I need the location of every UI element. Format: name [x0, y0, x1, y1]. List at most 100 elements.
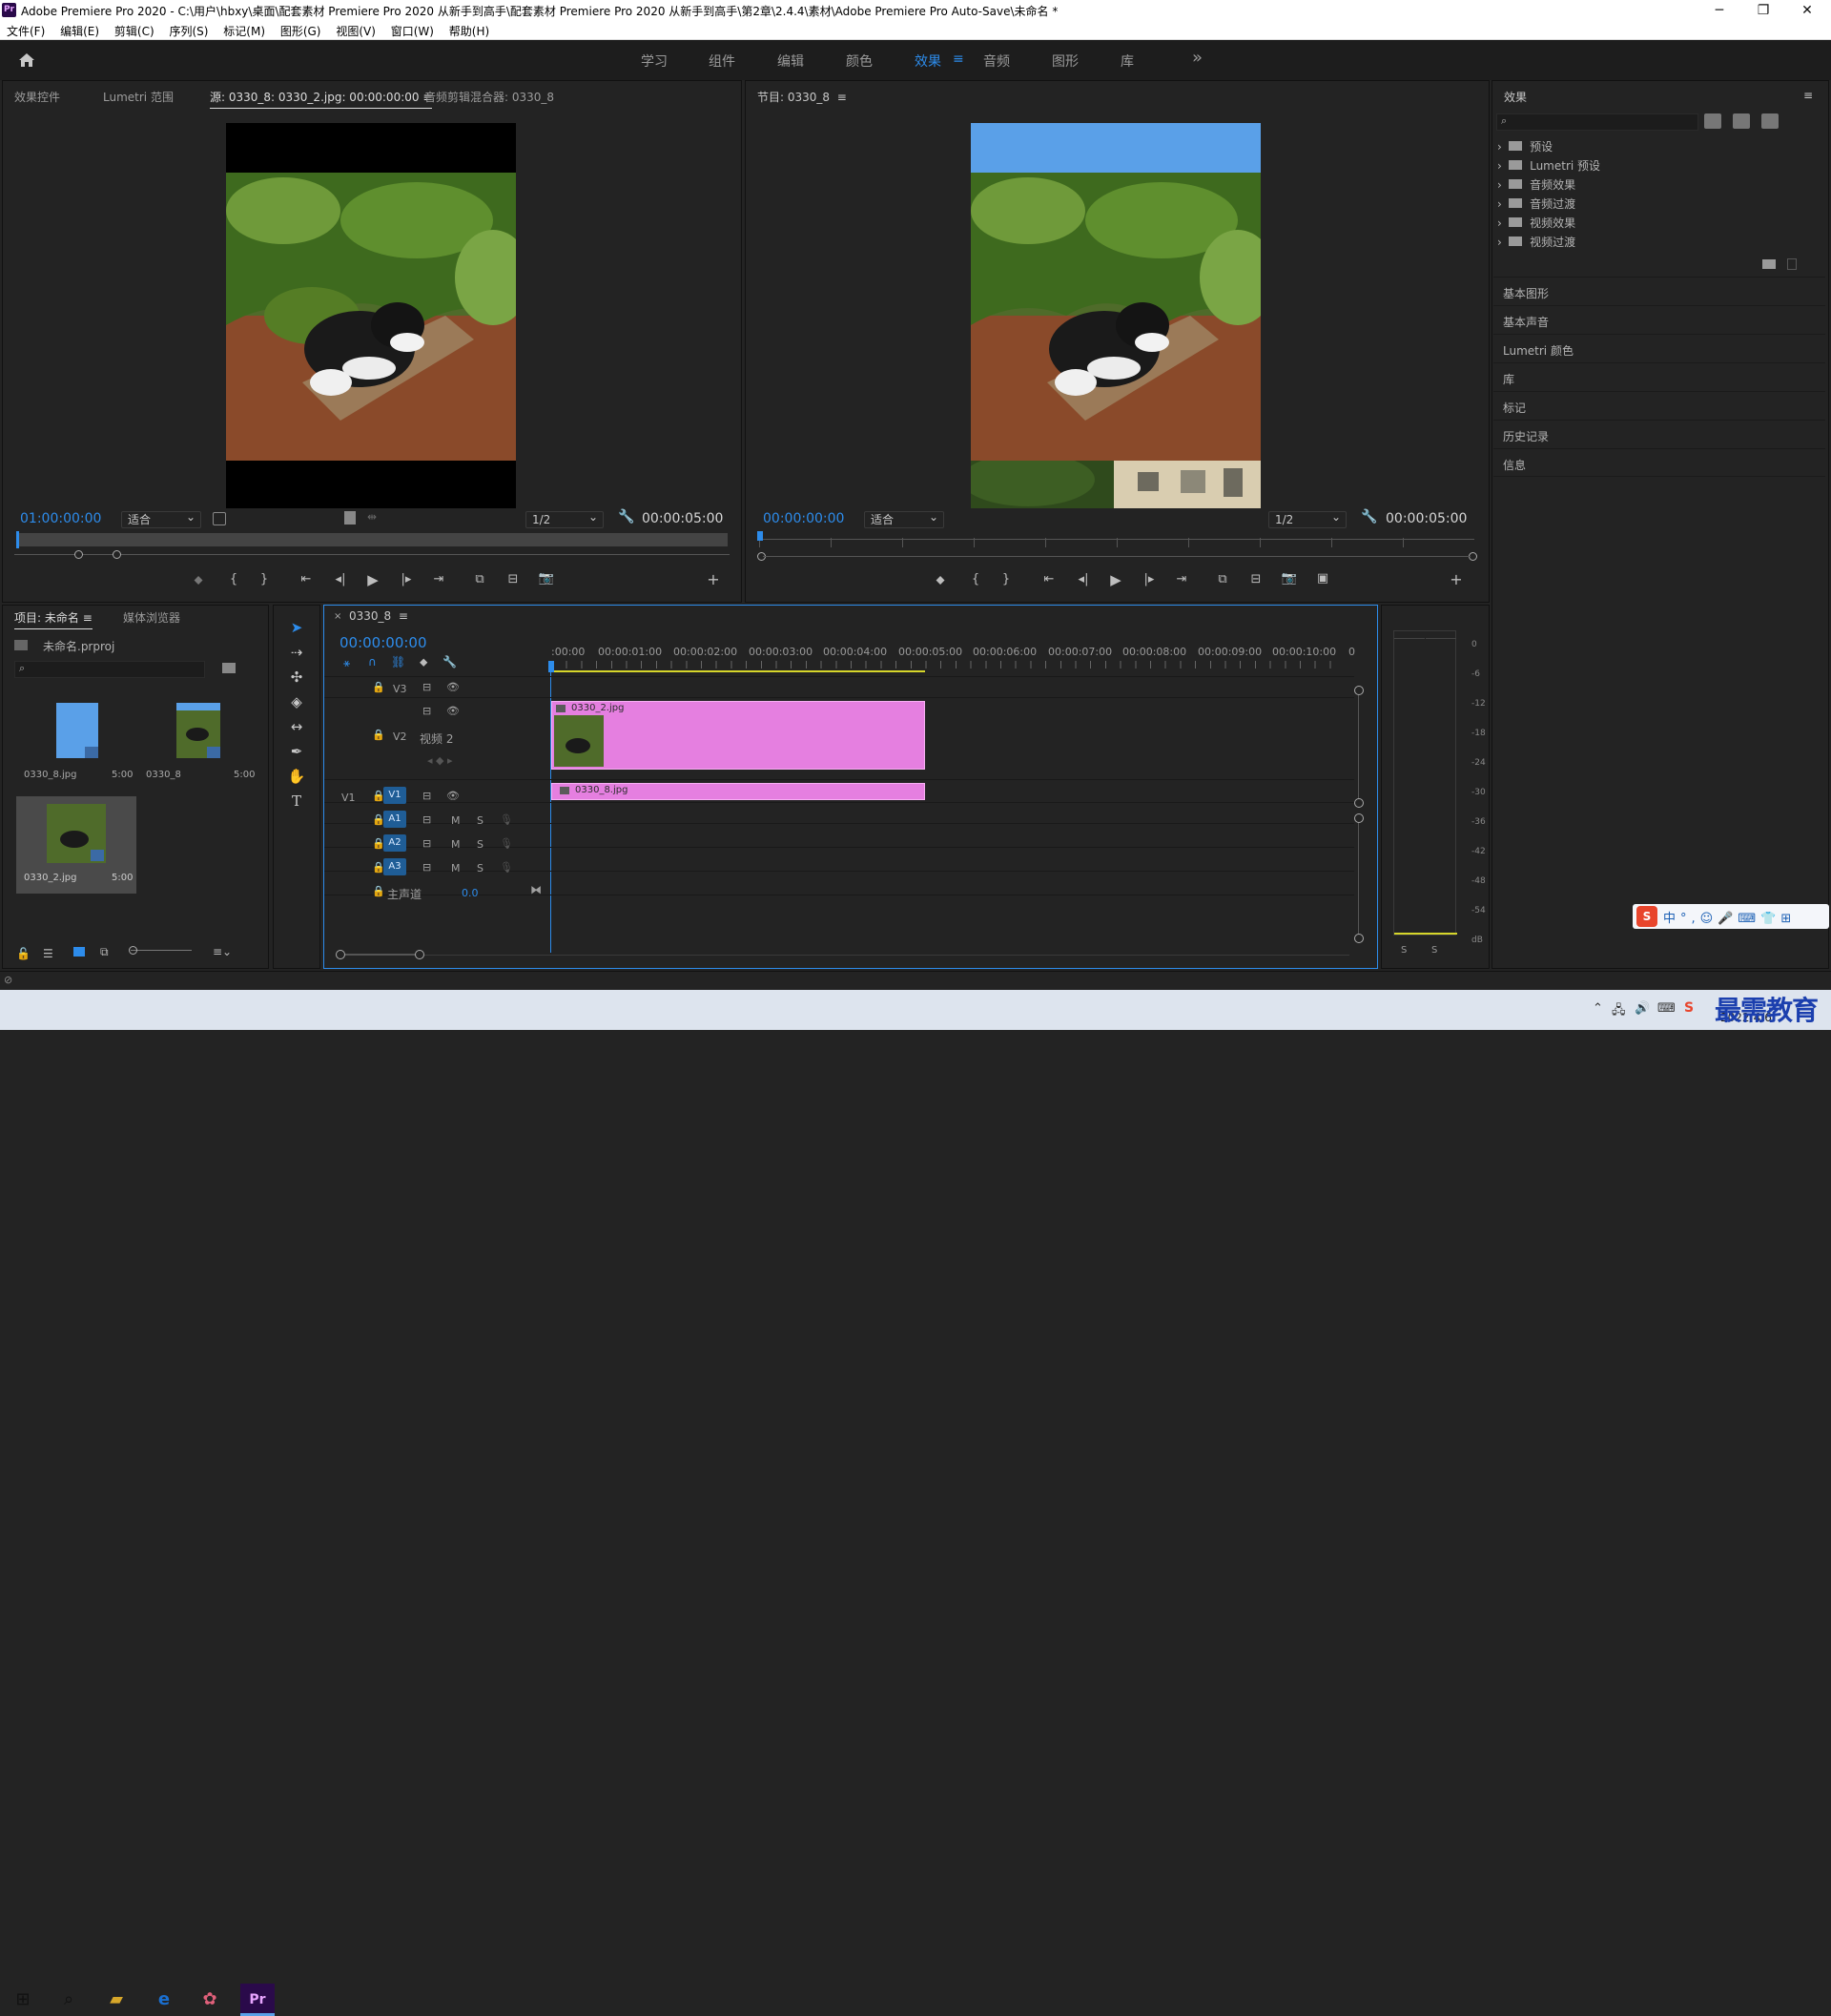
sogou-tray-icon[interactable]: S	[1684, 1000, 1694, 1016]
sort-icons-icon[interactable]: ≡⌄	[213, 945, 232, 958]
zoom-handle-right[interactable]	[415, 950, 424, 959]
hand-tool-icon[interactable]: ✋	[285, 768, 308, 789]
add-marker-icon[interactable]: ⬥	[189, 573, 208, 587]
section-essential-graphics[interactable]: 基本图形	[1493, 277, 1825, 305]
mic-icon[interactable]: 🎙	[500, 813, 513, 826]
linked-selection-icon[interactable]: ⛓	[391, 655, 405, 669]
solo-a3[interactable]: S	[477, 862, 483, 874]
go-to-out-icon[interactable]: ⇥	[429, 572, 448, 586]
wrench-icon[interactable]: 🔧	[618, 509, 634, 525]
ime-toolbox[interactable]: ⊞	[1780, 912, 1796, 926]
track-target-a1[interactable]: A1	[383, 811, 406, 828]
source-zoom-handle-right[interactable]	[113, 550, 121, 559]
zoom-slider[interactable]	[131, 950, 192, 951]
menu-sequence[interactable]: 序列(S)	[162, 21, 213, 39]
lock-icon[interactable]: 🔓	[16, 947, 31, 960]
network-icon[interactable]: 🖧	[1612, 1001, 1626, 1022]
section-libraries[interactable]: 库	[1493, 362, 1825, 391]
menu-help[interactable]: 帮助(H)	[442, 21, 494, 39]
type-tool-icon[interactable]: T	[285, 792, 308, 813]
track-target-a2[interactable]: A2	[383, 834, 406, 852]
work-area-bar[interactable]	[551, 670, 925, 672]
overwrite-button-icon[interactable]: ⊟	[504, 572, 523, 586]
program-fit-dropdown[interactable]: 适合	[864, 509, 944, 528]
settings-toggle-icon[interactable]	[213, 512, 226, 525]
tab-effect-controls[interactable]: 效果控件	[14, 89, 60, 105]
timeline-playhead-handle[interactable]	[548, 661, 554, 672]
freeform-view-icon[interactable]: ⧉	[100, 945, 109, 959]
razor-tool-icon[interactable]: ◈	[285, 693, 308, 714]
wrench-icon[interactable]: 🔧	[1361, 509, 1377, 525]
new-bin-icon[interactable]	[1762, 259, 1776, 269]
source-zoom-handle-left[interactable]	[74, 550, 83, 559]
edge-browser-icon[interactable]: e	[145, 1984, 183, 2016]
tab-media-browser[interactable]: 媒体浏览器	[123, 609, 180, 626]
zoom-slider-handle[interactable]	[129, 946, 137, 955]
project-item[interactable]: 0330_8.jpg 5:00	[16, 697, 136, 796]
menu-file[interactable]: 文件(F)	[0, 21, 50, 39]
tree-item-video-transitions[interactable]: › 视频过渡	[1497, 234, 1575, 250]
minimize-button[interactable]: ─	[1697, 0, 1741, 21]
lock-icon[interactable]: 🔒	[372, 885, 385, 897]
menu-graphics[interactable]: 图形(G)	[274, 21, 326, 39]
keyframe-nav-icons[interactable]: ◂ ◆ ▸	[427, 754, 453, 767]
button-editor-icon[interactable]: +	[704, 570, 723, 588]
workspace-menu-icon[interactable]: ≡	[953, 51, 964, 67]
program-timecode[interactable]: 00:00:00:00	[763, 511, 844, 526]
workspace-color[interactable]: 颜色	[846, 51, 873, 71]
panel-menu-icon[interactable]: ≡	[83, 611, 93, 625]
ime-buttons[interactable]: 中°,☺🎤⌨👕⊞	[1663, 908, 1796, 926]
workspace-editing[interactable]: 编辑	[777, 51, 804, 71]
step-forward-icon[interactable]: |▸	[397, 572, 416, 586]
comparison-view-icon[interactable]: ▣	[1313, 571, 1332, 586]
play-icon[interactable]: ▶	[363, 571, 382, 588]
menu-marker[interactable]: 标记(M)	[216, 21, 270, 39]
go-to-in-icon[interactable]: ⇤	[297, 572, 316, 586]
mark-out-icon[interactable]: }	[997, 572, 1016, 586]
yuv-effects-icon[interactable]	[1761, 113, 1779, 129]
insert-button-icon[interactable]: ⧉	[470, 572, 489, 586]
panel-menu-icon[interactable]: ≡	[399, 609, 408, 623]
tree-item-lumetri-presets[interactable]: › Lumetri 预设	[1497, 157, 1600, 174]
home-icon[interactable]	[17, 51, 36, 70]
tab-program[interactable]: 节目: 0330_8 ≡	[757, 89, 847, 105]
program-resolution-dropdown[interactable]: 1/2	[1268, 509, 1347, 528]
project-item[interactable]: 0330_8 5:00	[138, 697, 258, 796]
workspace-libraries[interactable]: 库	[1121, 51, 1134, 71]
lock-icon[interactable]: 🔒	[372, 681, 385, 693]
workspace-graphics[interactable]: 图形	[1052, 51, 1079, 71]
panel-menu-icon[interactable]: ≡	[837, 91, 847, 104]
track-name-v2[interactable]: 视频 2	[420, 730, 453, 747]
selection-tool-icon[interactable]: ➤	[285, 619, 308, 640]
go-to-out-icon[interactable]: ⇥	[1172, 572, 1191, 586]
zoom-handle-left[interactable]	[336, 950, 345, 959]
mark-out-icon[interactable]: }	[255, 572, 274, 586]
close-button[interactable]: ✕	[1785, 0, 1829, 21]
sync-lock-icon[interactable]: ⊟	[422, 681, 431, 693]
project-item-selected[interactable]: 0330_2.jpg 5:00	[16, 796, 136, 894]
section-lumetri-color[interactable]: Lumetri 颜色	[1493, 334, 1825, 362]
tab-project[interactable]: 项目: 未命名 ≡	[14, 609, 93, 629]
volume-icon[interactable]: 🔊	[1635, 1001, 1650, 1016]
overwrite-icon[interactable]: ⇹	[367, 510, 377, 524]
ime-emoji[interactable]: ☺	[1700, 912, 1718, 926]
workspace-learn[interactable]: 学习	[641, 51, 668, 71]
go-to-next-icon[interactable]: ⧓	[530, 883, 542, 896]
clip-v1[interactable]: 0330_8.jpg	[551, 783, 925, 800]
video-scroll-handle-bottom[interactable]	[1354, 798, 1364, 808]
solo-a1[interactable]: S	[477, 814, 483, 827]
icon-view-icon[interactable]	[73, 947, 85, 957]
eye-icon[interactable]: 👁	[446, 790, 460, 802]
panel-menu-icon[interactable]: ≡	[1803, 89, 1813, 102]
mark-in-icon[interactable]: {	[966, 572, 985, 586]
sync-lock-icon[interactable]: ⊟	[422, 837, 431, 850]
add-marker-icon[interactable]: ⬥	[420, 655, 427, 669]
track-target-a3[interactable]: A3	[383, 858, 406, 875]
tab-sequence[interactable]: 0330_8 ≡	[349, 609, 408, 623]
source-timecode[interactable]: 01:00:00:00	[20, 511, 101, 526]
ime-skin[interactable]: 👕	[1760, 912, 1780, 926]
accelerated-effects-icon[interactable]	[1704, 113, 1721, 129]
tree-item-audio-effects[interactable]: › 音频效果	[1497, 176, 1575, 193]
workspace-assembly[interactable]: 组件	[709, 51, 735, 71]
track-target-v1[interactable]: V1	[383, 787, 406, 804]
